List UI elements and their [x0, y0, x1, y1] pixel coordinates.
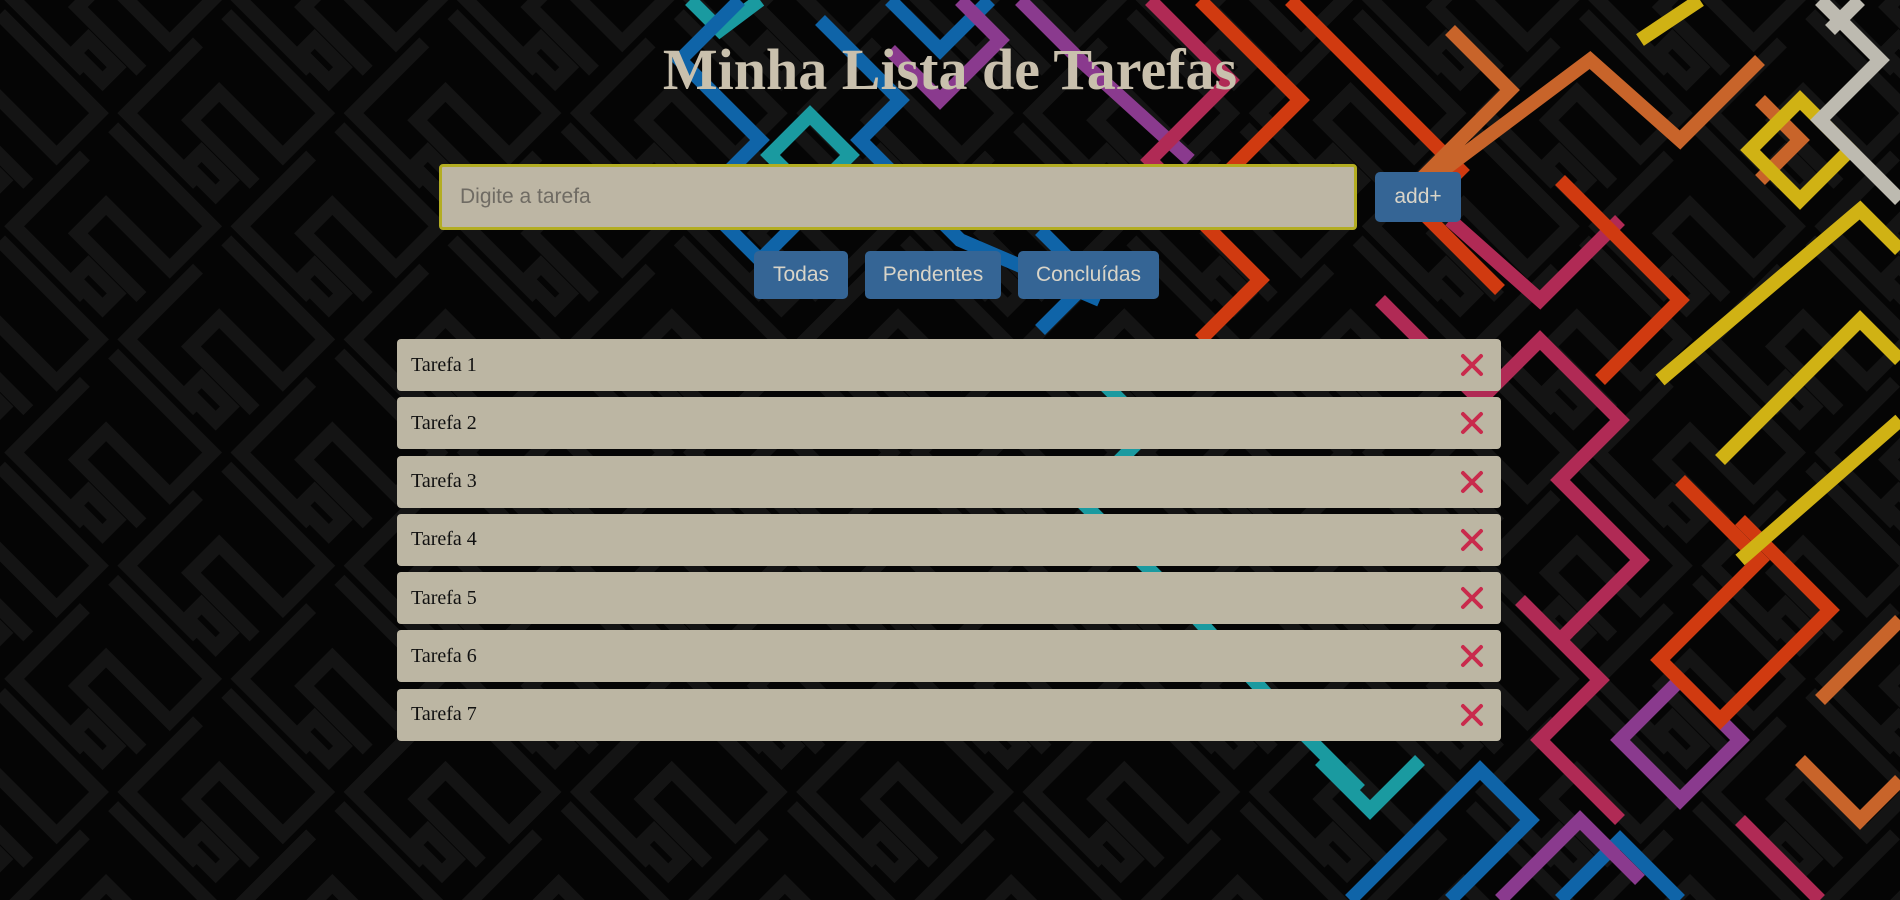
close-icon	[1461, 703, 1483, 726]
close-icon	[1461, 354, 1483, 376]
delete-task-button[interactable]	[1457, 641, 1487, 671]
delete-task-button[interactable]	[1457, 583, 1487, 613]
task-input[interactable]	[439, 164, 1357, 230]
delete-task-button[interactable]	[1457, 350, 1487, 380]
task-label: Tarefa 7	[411, 703, 477, 726]
close-icon	[1461, 412, 1483, 435]
task-label: Tarefa 5	[411, 586, 477, 609]
task-item[interactable]: Tarefa 2	[397, 397, 1501, 450]
delete-task-button[interactable]	[1457, 700, 1487, 730]
task-label: Tarefa 2	[411, 411, 477, 434]
task-list: Tarefa 1 Tarefa 2 Tarefa 3 Tarefa 4 Tare…	[397, 339, 1501, 747]
filter-completed-button[interactable]: Concluídas	[1018, 251, 1159, 299]
add-task-button[interactable]: add+	[1375, 172, 1461, 222]
close-icon	[1461, 587, 1483, 610]
task-label: Tarefa 1	[411, 353, 477, 376]
delete-task-button[interactable]	[1457, 467, 1487, 497]
todo-app: Minha Lista de Tarefas add+ Todas Penden…	[0, 0, 1900, 900]
task-label: Tarefa 6	[411, 644, 477, 667]
filter-pending-button[interactable]: Pendentes	[865, 251, 1001, 299]
task-item[interactable]: Tarefa 1	[397, 339, 1501, 391]
task-item[interactable]: Tarefa 4	[397, 513, 1501, 566]
task-item[interactable]: Tarefa 3	[397, 455, 1501, 508]
task-item[interactable]: Tarefa 6	[397, 630, 1501, 683]
task-label: Tarefa 3	[411, 470, 477, 493]
delete-task-button[interactable]	[1457, 408, 1487, 438]
filter-all-button[interactable]: Todas	[754, 251, 848, 299]
page-title: Minha Lista de Tarefas	[662, 37, 1238, 102]
task-label: Tarefa 4	[411, 528, 477, 551]
task-item[interactable]: Tarefa 7	[397, 688, 1501, 741]
close-icon	[1461, 470, 1483, 493]
delete-task-button[interactable]	[1457, 525, 1487, 555]
task-item[interactable]: Tarefa 5	[397, 572, 1501, 625]
close-icon	[1461, 528, 1483, 551]
close-icon	[1461, 645, 1483, 668]
